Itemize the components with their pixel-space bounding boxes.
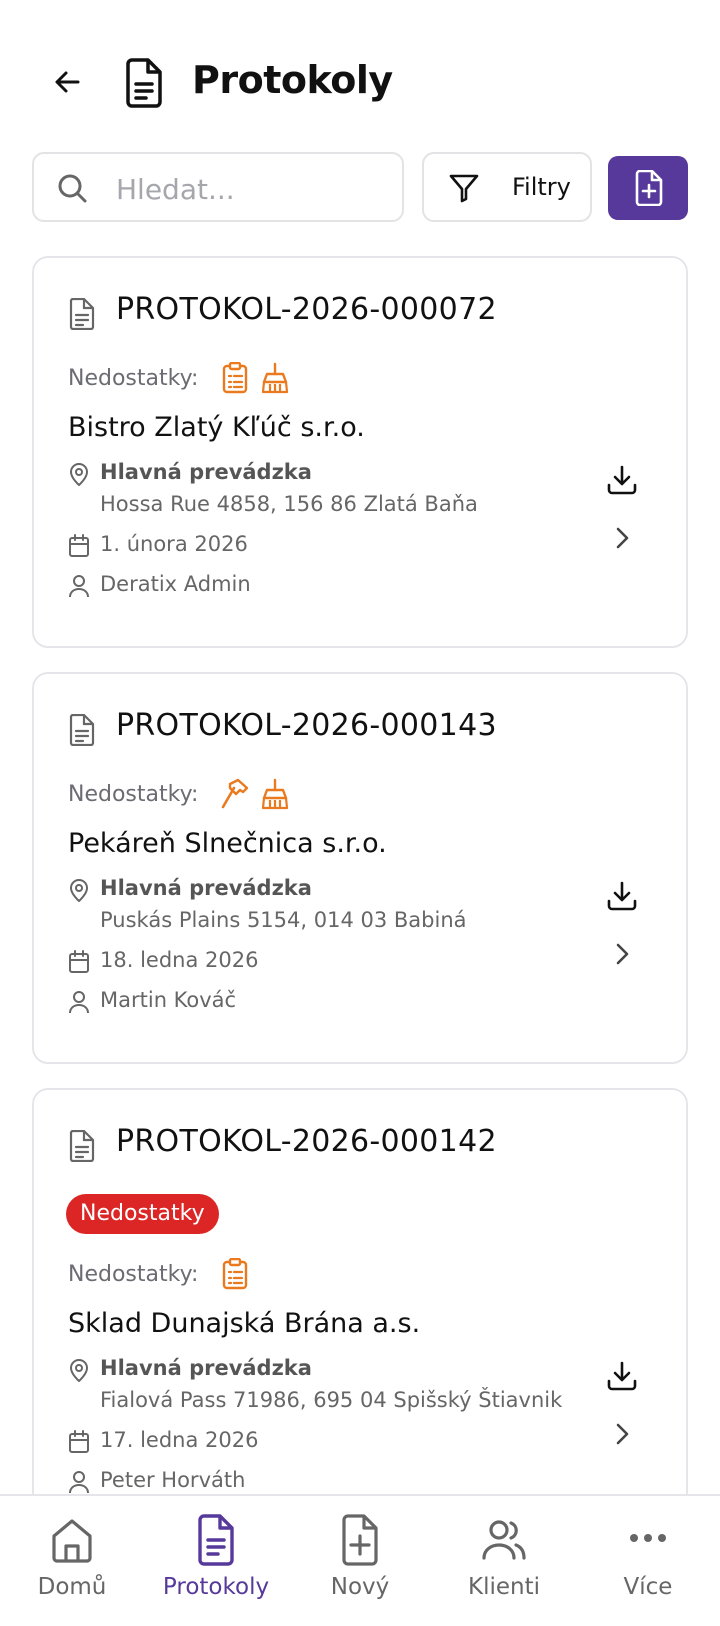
- location-name: Hlavná prevádzka: [100, 876, 312, 900]
- protocol-date: 18. ledna 2026: [100, 948, 259, 972]
- nav-label: Protokoly: [162, 1574, 270, 1600]
- user-icon: [69, 1471, 89, 1494]
- document-icon: [69, 298, 95, 330]
- status-badge: Nedostatky: [66, 1194, 219, 1234]
- nav-item-home[interactable]: Domů: [0, 1496, 144, 1626]
- search-box[interactable]: [32, 152, 404, 222]
- download-icon[interactable]: [606, 880, 638, 912]
- nav-item-more[interactable]: Více: [576, 1496, 720, 1626]
- user-icon: [69, 991, 89, 1014]
- nav-label: Domů: [37, 1574, 107, 1600]
- nav-item-protocols[interactable]: Protokoly: [144, 1496, 288, 1626]
- document-icon: [122, 58, 166, 108]
- location-name: Hlavná prevádzka: [100, 1356, 312, 1380]
- defects-label: Nedostatky:: [68, 782, 199, 807]
- location-address: Hossa Rue 4858, 156 86 Zlatá Baňa: [100, 492, 478, 516]
- chevron-right-icon[interactable]: [612, 524, 632, 552]
- protocol-card[interactable]: PROTOKOL-2026-000142 Nedostatky Nedostat…: [32, 1088, 688, 1548]
- protocol-id: PROTOKOL-2026-000143: [116, 708, 497, 743]
- protocol-date: 17. ledna 2026: [100, 1428, 259, 1452]
- nav-item-clients[interactable]: Klienti: [432, 1496, 576, 1626]
- filter-button[interactable]: Filtry: [422, 152, 592, 222]
- client-name: Sklad Dunajská Brána a.s.: [68, 1308, 421, 1339]
- protocol-card[interactable]: PROTOKOL-2026-000072 Nedostatky: Bistro …: [32, 256, 688, 648]
- clipboard-list-icon: [222, 362, 248, 394]
- nav-label: Nový: [330, 1574, 390, 1600]
- search-input[interactable]: [114, 168, 388, 210]
- filter-icon: [449, 174, 479, 203]
- nav-item-new[interactable]: Nový: [288, 1496, 432, 1626]
- calendar-icon: [69, 950, 89, 973]
- broom-icon: [261, 778, 289, 810]
- header: Protokoly: [0, 0, 720, 150]
- home-icon: [52, 1519, 92, 1563]
- defects-label: Nedostatky:: [68, 366, 199, 391]
- protocol-card[interactable]: PROTOKOL-2026-000143 Nedostatky: Pekáreň…: [32, 672, 688, 1064]
- protocol-id: PROTOKOL-2026-000142: [116, 1124, 497, 1159]
- search-icon: [58, 174, 87, 203]
- filter-label: Filtry: [512, 173, 571, 201]
- new-protocol-button[interactable]: [608, 156, 688, 220]
- calendar-icon: [69, 1430, 89, 1453]
- location-address: Puskás Plains 5154, 014 03 Babiná: [100, 908, 467, 932]
- protocol-date: 1. února 2026: [100, 532, 248, 556]
- defects-label: Nedostatky:: [68, 1262, 199, 1287]
- back-button[interactable]: [48, 62, 88, 102]
- clipboard-list-icon: [222, 1258, 248, 1290]
- file-plus-icon: [635, 170, 663, 206]
- chevron-right-icon[interactable]: [612, 940, 632, 968]
- broom-icon: [261, 362, 289, 394]
- client-name: Pekáreň Slnečnica s.r.o.: [68, 828, 387, 859]
- map-pin-icon: [69, 463, 89, 486]
- document-icon: [69, 1130, 95, 1162]
- client-name: Bistro Zlatý Kľúč s.r.o.: [68, 412, 365, 443]
- user-icon: [69, 575, 89, 598]
- bottom-navigation: Domů Protokoly Nový Klienti Více: [0, 1494, 720, 1626]
- chevron-right-icon[interactable]: [612, 1420, 632, 1448]
- arrow-left-icon: [55, 71, 80, 93]
- protocol-id: PROTOKOL-2026-000072: [116, 292, 497, 327]
- download-icon[interactable]: [606, 1360, 638, 1392]
- document-icon: [69, 714, 95, 746]
- page-title: Protokoly: [192, 58, 393, 102]
- document-icon: [198, 1514, 234, 1566]
- map-pin-icon: [69, 879, 89, 902]
- nav-label: Více: [623, 1574, 673, 1600]
- hammer-icon: [221, 778, 249, 809]
- map-pin-icon: [69, 1359, 89, 1382]
- location-address: Fialová Pass 71986, 695 04 Spišský Štiav…: [100, 1388, 563, 1412]
- file-plus-icon: [342, 1514, 378, 1566]
- technician-name: Deratix Admin: [100, 572, 251, 596]
- download-icon[interactable]: [606, 464, 638, 496]
- nav-label: Klienti: [468, 1574, 540, 1600]
- location-name: Hlavná prevádzka: [100, 460, 312, 484]
- technician-name: Martin Kováč: [100, 988, 237, 1012]
- calendar-icon: [69, 534, 89, 557]
- more-icon: [630, 1534, 666, 1542]
- technician-name: Peter Horváth: [100, 1468, 246, 1492]
- users-icon: [482, 1520, 526, 1560]
